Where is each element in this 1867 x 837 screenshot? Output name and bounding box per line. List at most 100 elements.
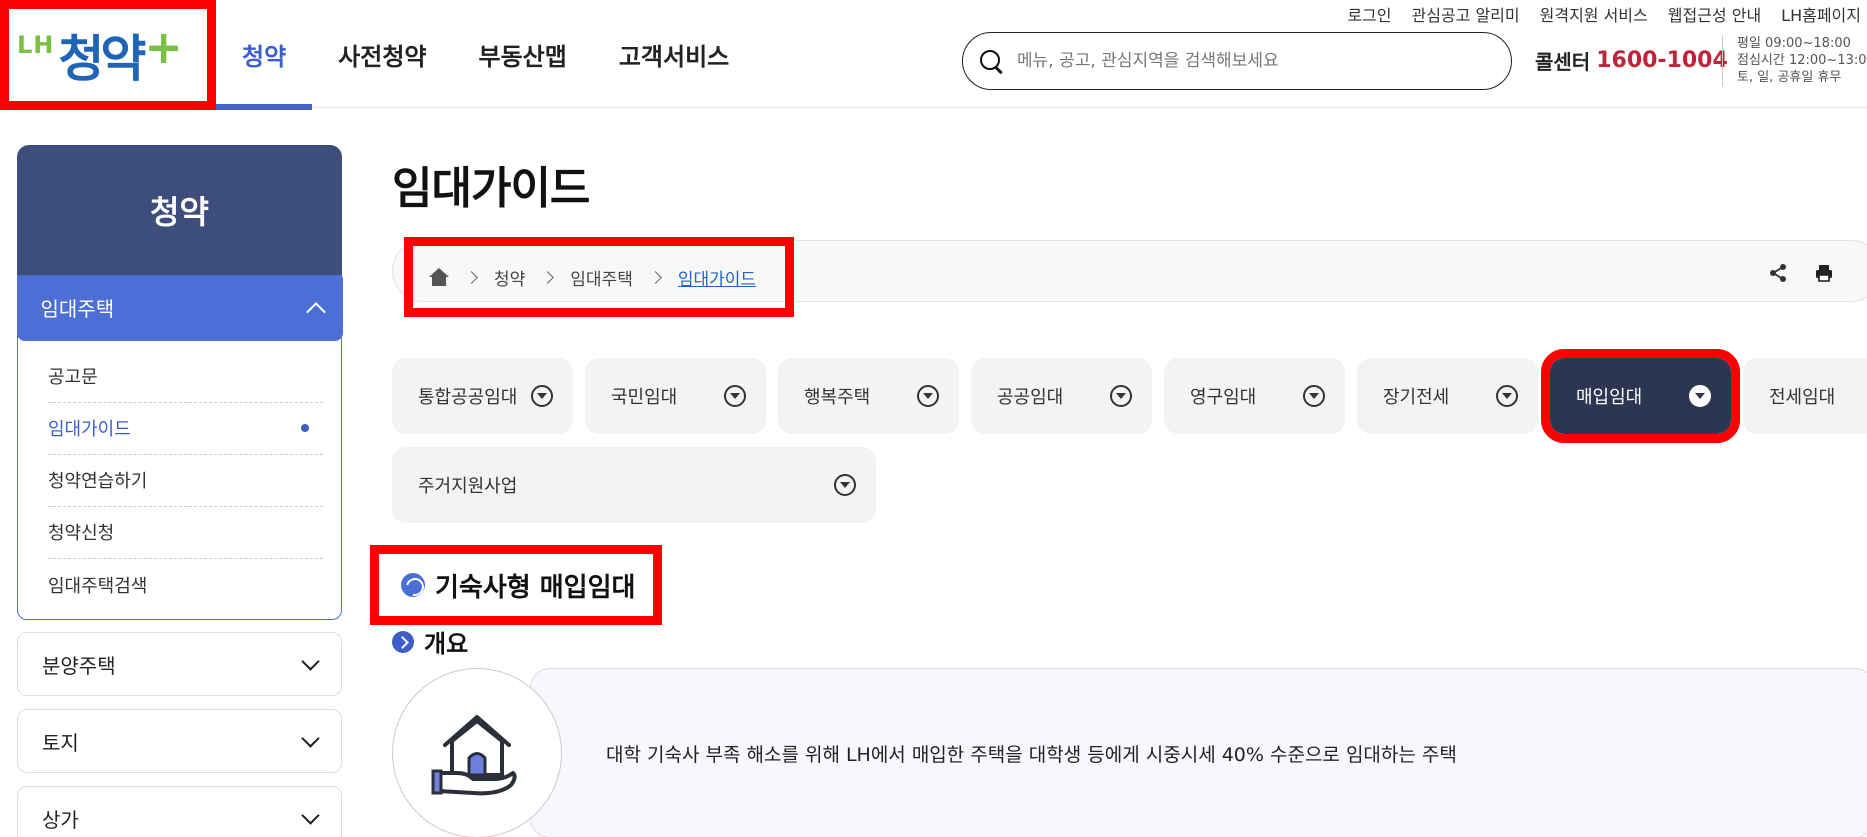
sidebar-group-label: 분양주택 — [42, 653, 116, 678]
nav-item-customer-service[interactable]: 고객서비스 — [593, 0, 755, 108]
tab-jeonse-rental[interactable]: 전세임대 — [1743, 358, 1867, 434]
logo-plus: + — [144, 20, 183, 74]
chevron-down-circle-icon — [917, 385, 939, 407]
sidebar-group-label: 토지 — [42, 730, 79, 755]
overview-heading: 개요 — [392, 624, 468, 659]
lh-homepage-link[interactable]: LH홈페이지 — [1781, 2, 1861, 26]
print-icon[interactable] — [1814, 263, 1834, 283]
sidebar-item-label: 청약연습하기 — [48, 471, 148, 492]
share-icon[interactable] — [1768, 263, 1788, 283]
search-box[interactable] — [962, 32, 1512, 90]
search-input[interactable] — [1017, 51, 1497, 71]
interest-alert-link[interactable]: 관심공고 알리미 — [1411, 2, 1519, 26]
overview-card: 대학 기숙사 부족 해소를 위해 LH에서 매입한 주택을 대학생 등에게 시중… — [530, 668, 1867, 837]
tab-label: 장기전세 — [1383, 387, 1450, 408]
breadcrumb: 청약 임대주택 임대가이드 — [404, 237, 794, 317]
chevron-down-circle-icon — [1496, 385, 1518, 407]
overview-text: 대학 기숙사 부족 해소를 위해 LH에서 매입한 주택을 대학생 등에게 시중… — [606, 743, 1457, 766]
sidebar-group-commercial[interactable]: 상가 — [17, 786, 342, 837]
tab-long-term-jeonse[interactable]: 장기전세 — [1357, 358, 1538, 434]
tab-label: 통합공공임대 — [418, 387, 518, 408]
breadcrumb-item[interactable]: 청약 — [494, 265, 525, 290]
sidebar-item-practice[interactable]: 청약연습하기 — [48, 455, 323, 507]
breadcrumb-item[interactable]: 임대주택 — [570, 265, 633, 290]
nav-item-subscription[interactable]: 청약 — [216, 0, 313, 110]
sidebar-item-apply[interactable]: 청약신청 — [48, 507, 323, 559]
tab-label: 매입임대 — [1576, 387, 1643, 408]
overview-heading-text: 개요 — [424, 630, 469, 658]
header: LH 청약 + 청약 사전청약 부동산맵 고객서비스 로그인 관심공고 알리미 … — [0, 0, 1867, 110]
breadcrumb-current[interactable]: 임대가이드 — [678, 265, 756, 290]
callcenter-label: 콜센터 — [1535, 50, 1591, 74]
sidebar-group-land[interactable]: 토지 — [17, 709, 342, 773]
login-link[interactable]: 로그인 — [1347, 2, 1391, 26]
hours-holiday: 토, 일, 공휴일 휴무 — [1737, 70, 1842, 85]
house-hand-illustration — [392, 668, 562, 837]
tab-housing-support[interactable]: 주거지원사업 — [392, 447, 876, 523]
chevron-down-circle-icon — [1303, 385, 1325, 407]
tab-label: 영구임대 — [1190, 387, 1257, 408]
sidebar-item-label: 임대가이드 — [48, 419, 131, 440]
tab-label: 행복주택 — [804, 387, 871, 408]
tab-purchase-rental[interactable]: 매입임대 — [1541, 349, 1740, 443]
active-dot-icon — [301, 424, 309, 432]
accessibility-link[interactable]: 웹접근성 안내 — [1668, 2, 1761, 26]
tab-integrated-public-rental[interactable]: 통합공공임대 — [392, 358, 573, 434]
nav-item-pre-subscription[interactable]: 사전청약 — [312, 0, 452, 108]
hours-lunch: 점심시간 12:00~13:00 — [1737, 53, 1867, 68]
remote-support-link[interactable]: 원격지원 서비스 — [1540, 2, 1648, 26]
house-in-hand-icon — [431, 715, 517, 796]
tab-label: 전세임대 — [1769, 387, 1836, 408]
sidebar-group-rental-housing[interactable]: 임대주택 — [16, 274, 343, 341]
sidebar-group-label: 상가 — [42, 807, 79, 832]
sidebar-group-label: 임대주택 — [40, 297, 115, 321]
chevron-down-circle-icon — [724, 385, 746, 407]
sidebar-item-label: 청약신청 — [48, 523, 115, 544]
tab-national-rental[interactable]: 국민임대 — [585, 358, 766, 434]
tab-label: 공공임대 — [997, 387, 1064, 408]
callcenter-number: 1600-1004 — [1596, 48, 1728, 73]
chevron-right-icon — [541, 270, 555, 284]
sidebar-active-group: 임대주택 공고문 임대가이드 청약연습하기 청약신청 임대주택검색 — [16, 274, 343, 620]
callcenter: 콜센터 1600-1004 — [1535, 46, 1728, 75]
tab-label: 주거지원사업 — [418, 476, 518, 497]
sidebar-item-search[interactable]: 임대주택검색 — [48, 559, 323, 611]
tab-label: 국민임대 — [611, 387, 678, 408]
lh-logo[interactable]: LH 청약 + — [0, 0, 216, 110]
chevron-right-icon — [648, 270, 662, 284]
tab-public-rental[interactable]: 공공임대 — [971, 358, 1152, 434]
logo-lh: LH — [17, 31, 55, 59]
page-title: 임대가이드 — [392, 163, 590, 214]
sidebar-sub-list: 공고문 임대가이드 청약연습하기 청약신청 임대주택검색 — [18, 341, 341, 611]
refresh-icon — [401, 573, 425, 597]
sidebar-title: 청약 — [17, 145, 342, 275]
chevron-up-icon — [305, 301, 326, 322]
sidebar-item-notice[interactable]: 공고문 — [48, 351, 323, 403]
main-nav: 청약 사전청약 부동산맵 고객서비스 — [216, 0, 755, 110]
sidebar-group-sale-housing[interactable]: 분양주택 — [17, 632, 342, 696]
sidebar-item-label: 공고문 — [48, 367, 98, 388]
chevron-down-circle-icon — [834, 474, 856, 496]
rental-type-tabs: 통합공공임대 국민임대 행복주택 공공임대 영구임대 장기전세 매입임대 전세임… — [392, 349, 1867, 443]
sidebar-item-label: 임대주택검색 — [48, 575, 148, 597]
nav-item-real-estate-map[interactable]: 부동산맵 — [453, 0, 593, 108]
search-icon[interactable] — [979, 49, 1003, 73]
sidebar-item-rental-guide[interactable]: 임대가이드 — [48, 403, 323, 455]
chevron-down-circle-icon — [1689, 385, 1711, 407]
hours-weekday: 평일 09:00~18:00 — [1737, 36, 1851, 51]
chevron-down-icon — [301, 651, 320, 671]
tab-happy-housing[interactable]: 행복주택 — [778, 358, 959, 434]
chevron-down-circle-icon — [531, 385, 553, 407]
home-icon[interactable] — [429, 268, 449, 286]
chevron-down-icon — [301, 728, 320, 748]
chevron-right-icon — [465, 270, 478, 284]
operating-hours: 평일 09:00~18:00 점심시간 12:00~13:00 토, 일, 공휴… — [1722, 35, 1867, 86]
chevron-down-icon — [301, 805, 320, 825]
chevron-down-circle-icon — [1110, 385, 1132, 407]
tab-permanent-rental[interactable]: 영구임대 — [1164, 358, 1345, 434]
utility-links: 로그인 관심공고 알리미 원격지원 서비스 웹접근성 안내 LH홈페이지 — [1347, 2, 1861, 26]
section-title-text: 기숙사형 매입임대 — [435, 572, 636, 603]
chevron-right-circle-icon — [392, 630, 414, 653]
logo-name: 청약 — [58, 30, 146, 88]
section-title: 기숙사형 매입임대 — [370, 545, 662, 625]
